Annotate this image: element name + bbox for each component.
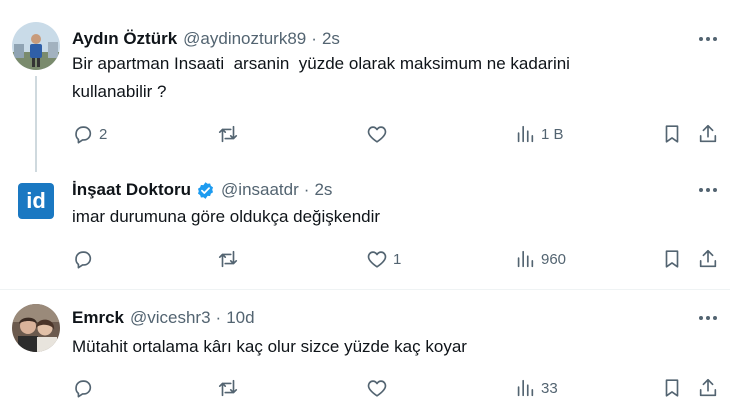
display-name[interactable]: İnşaat Doktoru — [72, 180, 191, 200]
reply-count: 2 — [99, 125, 108, 143]
heart-icon — [367, 126, 387, 143]
share-button[interactable] — [697, 247, 719, 271]
brand-logo-text: id — [26, 188, 46, 213]
retweet-icon — [218, 250, 238, 268]
retweet-icon — [218, 125, 238, 143]
views-button[interactable]: 1 B — [514, 122, 564, 146]
views-button[interactable]: 33 — [514, 376, 558, 400]
timestamp[interactable]: 10d — [226, 308, 254, 328]
tweet-text: imar durumuna göre oldukça değişkendir — [72, 207, 381, 226]
heart-icon — [367, 380, 387, 397]
views-chart-icon — [517, 125, 534, 143]
display-name[interactable]: Emrck — [72, 308, 124, 328]
avatar[interactable] — [12, 304, 60, 352]
view-count: 1 B — [541, 125, 564, 143]
view-count: 960 — [541, 250, 567, 268]
tweet-viceshr3[interactable]: Emrck @viceshr3 · 10d Mütahit ortalama k… — [0, 290, 730, 420]
separator-dot: · — [215, 308, 222, 327]
user-handle[interactable]: @aydinozturk89 — [183, 29, 306, 49]
bookmark-icon — [665, 379, 679, 397]
user-handle[interactable]: @viceshr3 — [130, 308, 211, 328]
bookmark-icon — [665, 250, 679, 268]
share-icon — [699, 124, 717, 143]
more-dots-icon — [699, 316, 703, 320]
tweet-header: Aydın Öztürk @aydinozturk89 · 2s — [72, 29, 340, 49]
like-button[interactable] — [366, 122, 393, 146]
reply-bubble-icon — [75, 380, 92, 398]
reply-button[interactable] — [72, 376, 99, 400]
separator-dot: · — [311, 29, 317, 48]
share-icon — [699, 378, 717, 397]
more-options-button[interactable] — [696, 29, 720, 49]
reply-button[interactable] — [72, 247, 99, 271]
views-button[interactable]: 960 — [514, 247, 566, 271]
more-options-button[interactable] — [696, 308, 720, 328]
tweet-aydinozturk[interactable]: Aydın Öztürk @aydinozturk89 · 2s Bir apa… — [0, 0, 730, 172]
more-dots-icon — [699, 188, 703, 192]
heart-icon — [367, 251, 387, 268]
like-button[interactable] — [366, 376, 393, 400]
tweet-insaatdr[interactable]: id İnşaat Doktoru @insaatdr · 2s imar du… — [0, 165, 730, 289]
separator-dot: · — [303, 180, 310, 199]
thread-line — [35, 76, 37, 172]
views-chart-icon — [517, 379, 534, 397]
share-icon — [699, 249, 717, 268]
display-name[interactable]: Aydın Öztürk — [72, 29, 177, 49]
share-button[interactable] — [697, 122, 719, 146]
reply-bubble-icon — [75, 126, 92, 144]
like-button[interactable]: 1 — [366, 247, 401, 271]
user-handle[interactable]: @insaatdr — [221, 180, 299, 200]
bookmark-button[interactable] — [661, 247, 683, 271]
tweet-header: İnşaat Doktoru @insaatdr · 2s — [72, 180, 332, 200]
verified-badge-icon — [196, 181, 215, 200]
more-dots-icon — [699, 37, 703, 41]
views-chart-icon — [517, 250, 534, 268]
retweet-button[interactable] — [217, 122, 244, 146]
like-count: 1 — [393, 250, 402, 268]
tweet-text: Bir apartman Insaati arsanin yüzde olara… — [72, 54, 570, 101]
timestamp[interactable]: 2s — [314, 180, 332, 200]
reply-bubble-icon — [75, 251, 92, 269]
retweet-button[interactable] — [217, 376, 244, 400]
bookmark-button[interactable] — [661, 376, 683, 400]
brand-logo: id — [18, 183, 54, 219]
share-button[interactable] — [697, 376, 719, 400]
more-options-button[interactable] — [696, 180, 720, 200]
retweet-button[interactable] — [217, 247, 244, 271]
reply-button[interactable]: 2 — [72, 122, 107, 146]
avatar[interactable]: id — [12, 175, 60, 223]
view-count: 33 — [541, 379, 558, 397]
bookmark-icon — [665, 125, 679, 143]
avatar[interactable] — [12, 22, 60, 70]
tweet-header: Emrck @viceshr3 · 10d — [72, 308, 255, 328]
timestamp[interactable]: 2s — [322, 29, 340, 49]
retweet-icon — [218, 379, 238, 397]
tweet-text: Mütahit ortalama kârı kaç olur sizce yüz… — [72, 337, 467, 356]
bookmark-button[interactable] — [661, 122, 683, 146]
